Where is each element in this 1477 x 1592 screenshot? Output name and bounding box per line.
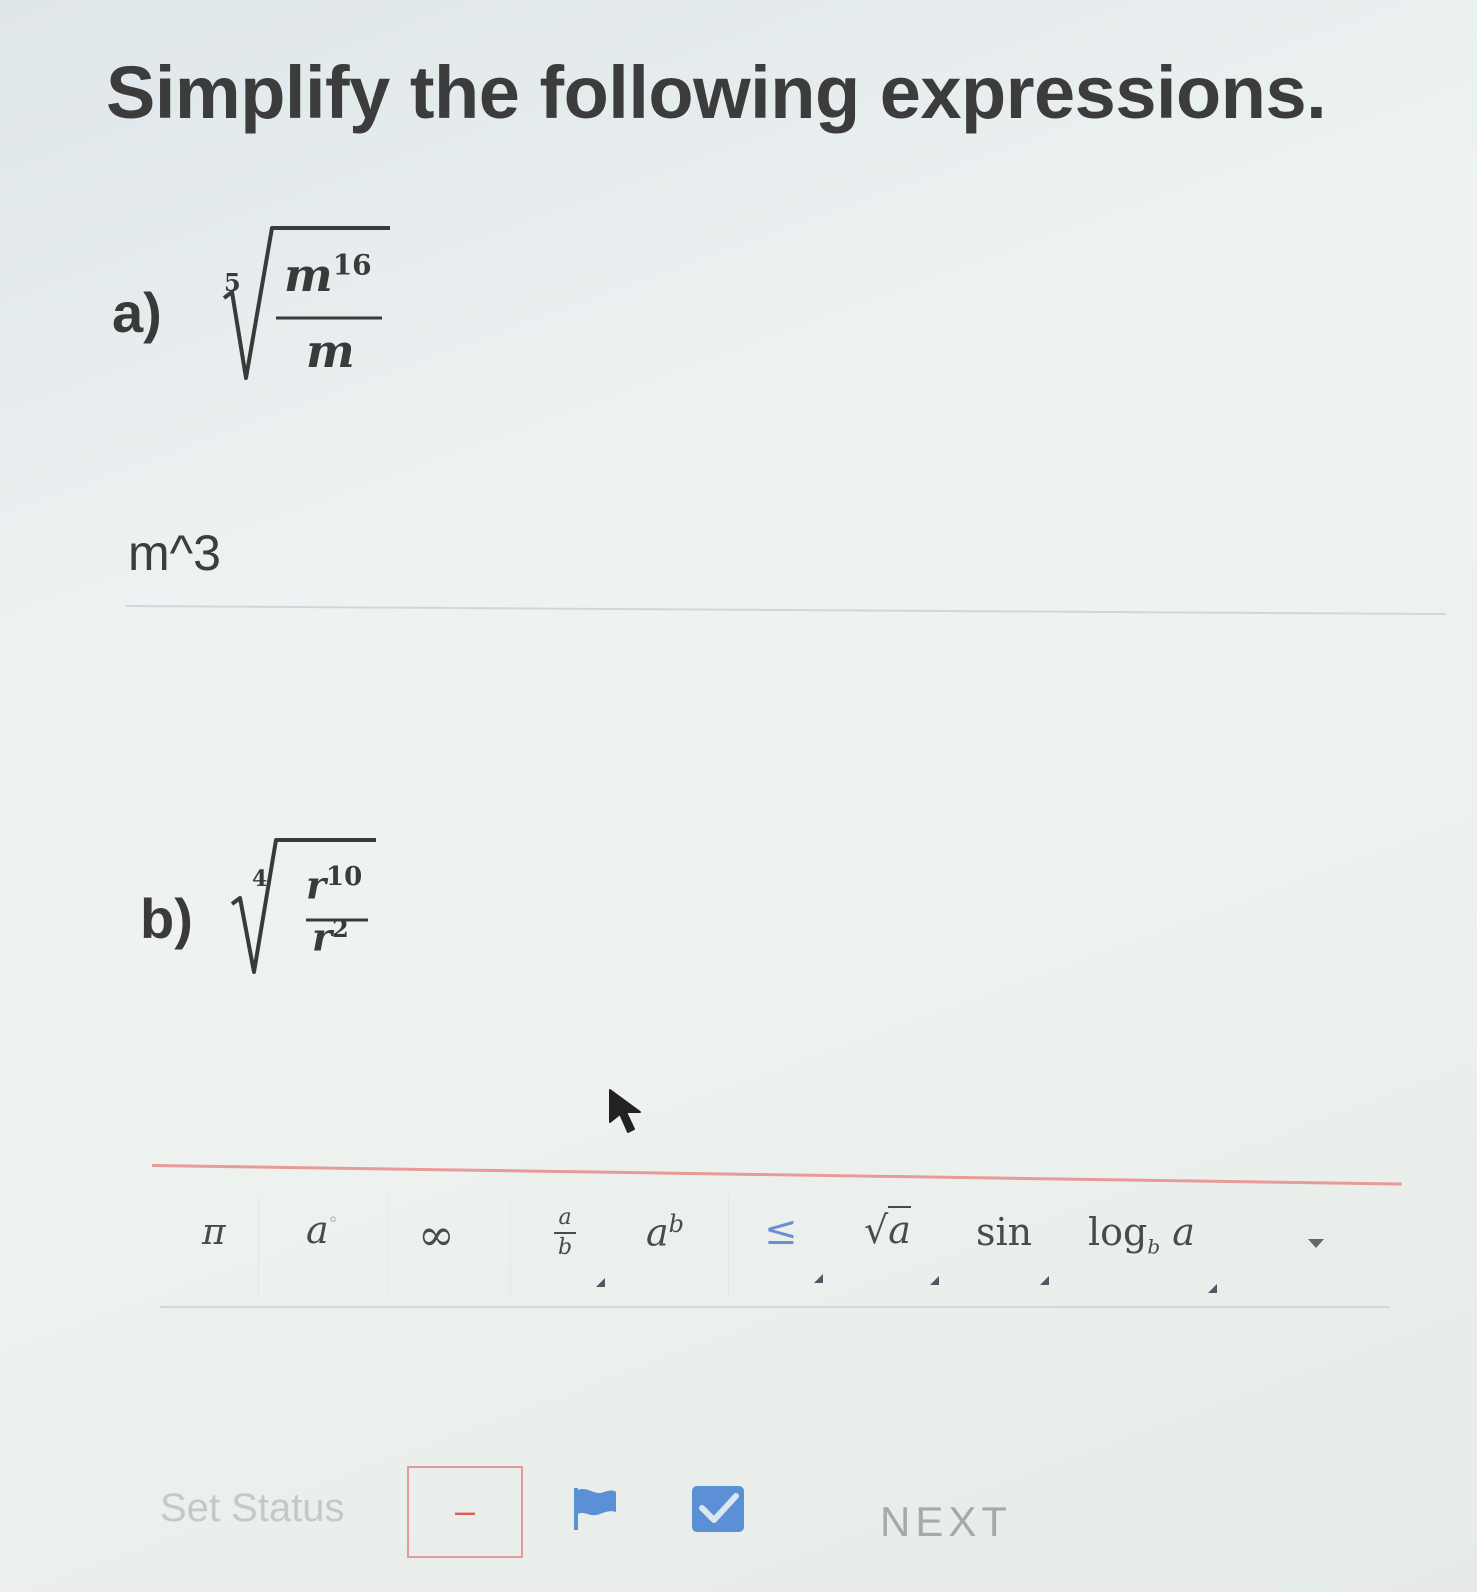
set-status-label: Set Status — [160, 1486, 345, 1530]
numerator-base: r — [306, 862, 327, 908]
power-button[interactable]: ab — [646, 1210, 684, 1255]
answer-input-a[interactable]: m^3 — [128, 524, 221, 582]
flag-icon[interactable] — [570, 1484, 620, 1534]
log-text: log — [1088, 1210, 1148, 1254]
answer-underline-b — [151, 1164, 1402, 1186]
numerator-base: m — [284, 248, 333, 302]
next-button[interactable]: NEXT — [880, 1498, 1012, 1546]
less-equal-button[interactable]: ≤ — [764, 1208, 798, 1254]
dropdown-triangle-icon — [1208, 1284, 1217, 1293]
power-base: a — [646, 1210, 669, 1255]
check-icon[interactable] — [690, 1482, 748, 1536]
dropdown-triangle-icon — [596, 1278, 605, 1287]
question-a: a) 5 m16 m — [112, 220, 412, 390]
answer-underline-a — [125, 605, 1446, 616]
fraction-button[interactable]: a b — [550, 1206, 580, 1260]
numerator: m16 — [284, 248, 372, 302]
degree-symbol: ° — [328, 1213, 338, 1235]
fraction-numerator: a — [558, 1205, 572, 1230]
toolbar-separator — [258, 1196, 259, 1296]
fraction-bar — [554, 1232, 576, 1234]
fraction-denominator: b — [557, 1235, 573, 1260]
radical-sign — [230, 838, 376, 974]
numerator-exponent: 16 — [332, 248, 372, 282]
log-base: b — [1147, 1234, 1161, 1259]
degree-base: a — [306, 1208, 329, 1252]
log-argument: a — [1172, 1210, 1195, 1254]
toolbar-separator — [728, 1196, 729, 1296]
toolbar-separator — [388, 1196, 389, 1296]
chevron-down-icon — [1308, 1239, 1324, 1248]
denominator-exponent: 2 — [332, 914, 349, 943]
degree-button[interactable]: a° — [306, 1208, 338, 1252]
radical-sign — [222, 226, 390, 380]
answer-input-b[interactable] — [152, 1100, 1402, 1164]
dropdown-triangle-icon — [1040, 1276, 1049, 1285]
denominator-base: m — [306, 324, 355, 378]
math-toolbar: π a° ∞ a b ab ≤ √a sin logb a — [160, 1188, 1390, 1308]
dropdown-triangle-icon — [814, 1274, 823, 1283]
page-title: Simplify the following expressions. — [106, 51, 1327, 134]
denominator: m — [306, 324, 355, 378]
question-b: b) 4 r10 r2 — [140, 834, 400, 984]
log-button[interactable]: logb a — [1088, 1210, 1195, 1259]
numerator: r10 — [306, 862, 362, 908]
sqrt-argument: a — [888, 1206, 911, 1252]
sin-button[interactable]: sin — [976, 1210, 1032, 1254]
pi-button[interactable]: π — [202, 1212, 226, 1253]
toolbar-separator — [510, 1196, 511, 1296]
toolbar-more-dropdown[interactable] — [1308, 1234, 1324, 1253]
status-value: – — [454, 1490, 476, 1531]
denominator: r2 — [312, 914, 349, 960]
sqrt-button[interactable]: √a — [864, 1206, 911, 1252]
infinity-button[interactable]: ∞ — [418, 1210, 455, 1261]
denominator-base: r — [312, 914, 333, 960]
status-select[interactable]: – — [407, 1466, 523, 1558]
numerator-exponent: 10 — [326, 862, 363, 892]
dropdown-triangle-icon — [930, 1276, 939, 1285]
sqrt-symbol: √ — [864, 1208, 889, 1252]
power-exponent: b — [668, 1210, 685, 1238]
